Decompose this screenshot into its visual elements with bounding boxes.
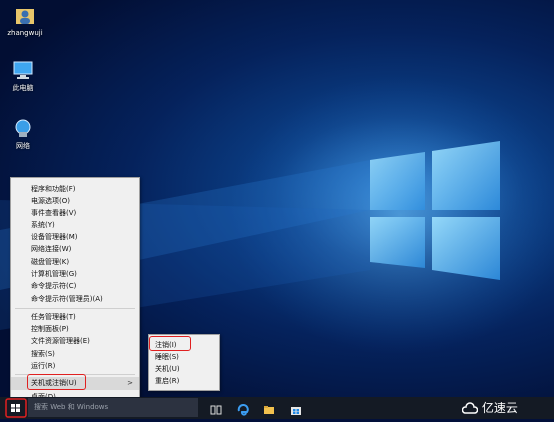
menu-item-computer-management[interactable]: 计算机管理(G) <box>11 268 139 280</box>
start-button[interactable] <box>5 398 27 418</box>
task-view-icon[interactable] <box>210 401 222 415</box>
chevron-right-icon: > <box>127 379 133 387</box>
desktop-icon-network[interactable]: 网络 <box>1 118 45 151</box>
submenu-item-sleep[interactable]: 睡眠(S) <box>149 351 219 363</box>
computer-icon <box>12 60 34 80</box>
menu-item-system[interactable]: 系统(Y) <box>11 219 139 231</box>
desktop-icon-this-pc[interactable]: 此电脑 <box>1 60 45 93</box>
edge-icon[interactable] <box>237 401 249 416</box>
watermark-text: 亿速云 <box>481 401 518 415</box>
menu-item-event-viewer[interactable]: 事件查看器(V) <box>11 207 139 219</box>
menu-item-command-prompt[interactable]: 命令提示符(C) <box>11 280 139 292</box>
file-explorer-icon[interactable] <box>263 401 275 414</box>
menu-item-file-explorer[interactable]: 文件资源管理器(E) <box>11 335 139 347</box>
highlight-box-signout <box>149 336 191 351</box>
windows-start-icon <box>5 398 27 418</box>
submenu-item-shutdown[interactable]: 关机(U) <box>149 363 219 375</box>
desktop-icon-label: 此电脑 <box>12 84 34 92</box>
store-icon[interactable] <box>290 401 302 415</box>
desktop-icon-label: 网络 <box>16 142 30 150</box>
watermark-logo: 亿速云 <box>461 398 518 418</box>
menu-item-power-options[interactable]: 电源选项(O) <box>11 195 139 207</box>
menu-item-control-panel[interactable]: 控制面板(P) <box>11 323 139 335</box>
menu-item-network-connections[interactable]: 网络连接(W) <box>11 243 139 255</box>
submenu-item-restart[interactable]: 重启(R) <box>149 375 219 387</box>
menu-separator <box>15 308 135 309</box>
menu-item-search[interactable]: 搜索(S) <box>11 348 139 360</box>
menu-item-device-manager[interactable]: 设备管理器(M) <box>11 231 139 243</box>
network-icon <box>12 118 34 138</box>
menu-item-programs-features[interactable]: 程序和功能(F) <box>11 183 139 195</box>
menu-item-command-prompt-admin[interactable]: 命令提示符(管理员)(A) <box>11 293 139 305</box>
menu-item-task-manager[interactable]: 任务管理器(T) <box>11 311 139 323</box>
highlight-box-shutdown <box>27 374 86 390</box>
menu-item-run[interactable]: 运行(R) <box>11 360 139 372</box>
menu-item-disk-management[interactable]: 磁盘管理(K) <box>11 256 139 268</box>
desktop-icon-label: zhangwuji <box>7 29 43 37</box>
desktop-icon-user[interactable]: zhangwuji <box>3 6 47 37</box>
cloud-logo-icon <box>461 401 479 414</box>
user-folder-icon <box>14 6 36 26</box>
taskbar-search-box[interactable]: 搜索 Web 和 Windows <box>28 398 198 417</box>
